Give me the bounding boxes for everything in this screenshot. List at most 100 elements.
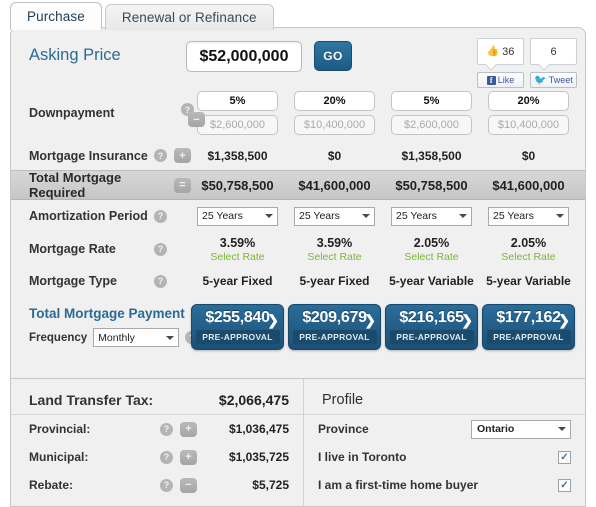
help-icon[interactable]: ? bbox=[154, 242, 167, 256]
mortgage-insurance-label: Mortgage Insurance bbox=[29, 148, 148, 163]
chevron-down-icon bbox=[265, 214, 273, 218]
help-icon[interactable]: ? bbox=[160, 478, 173, 492]
profile-header: Profile bbox=[304, 385, 585, 415]
go-button[interactable]: GO bbox=[314, 41, 352, 71]
chevron-down-icon bbox=[556, 214, 564, 218]
downpayment-row: Downpayment ? − bbox=[11, 85, 585, 141]
downpayment-operator: − bbox=[181, 112, 205, 127]
facebook-count: 36 bbox=[502, 45, 515, 58]
land-transfer-tax-total: $2,066,475 bbox=[218, 391, 289, 408]
calculator-panel: Asking Price GO 👍 36 f Like 6 bbox=[10, 27, 586, 379]
chevron-right-icon: ❯ bbox=[558, 312, 570, 328]
rebate-row: Rebate: ? − $5,725 bbox=[11, 471, 303, 499]
land-transfer-tax-section: Land Transfer Tax: $2,066,475 Provincial… bbox=[11, 379, 304, 506]
downpayment-amount-input-2[interactable] bbox=[294, 115, 375, 135]
tab-purchase-label: Purchase bbox=[27, 9, 85, 24]
select-rate-link-2[interactable]: Select Rate bbox=[307, 251, 361, 263]
payment-amount-3: $216,165 bbox=[399, 309, 464, 326]
mortgage-type-values: 5-year Fixed 5-year Fixed 5-year Variabl… bbox=[191, 274, 585, 288]
rebate-value: $5,725 bbox=[252, 478, 289, 492]
frequency-value: Monthly bbox=[98, 331, 135, 344]
total-payment-row: Total Mortgage Payment Frequency Monthly… bbox=[11, 296, 585, 358]
province-select[interactable]: Ontario bbox=[471, 419, 571, 439]
chevron-right-icon: ❯ bbox=[267, 312, 279, 328]
amortization-col-2: 25 Years bbox=[288, 206, 381, 226]
live-in-toronto-label: I live in Toronto bbox=[318, 450, 407, 464]
chevron-down-icon bbox=[362, 214, 370, 218]
downpayment-percent-input-1[interactable] bbox=[197, 91, 278, 111]
payment-button-2[interactable]: $209,679 ❯ PRE-APPROVAL bbox=[288, 304, 381, 350]
amortization-selects: 25 Years 25 Years 25 Years 25 Years bbox=[191, 206, 585, 226]
help-icon[interactable]: ? bbox=[154, 209, 167, 223]
mortgage-rate-col-2: 3.59% Select Rate bbox=[288, 236, 381, 263]
downpayment-col-3 bbox=[385, 91, 478, 135]
facebook-icon: f bbox=[486, 75, 496, 85]
amortization-select-4[interactable]: 25 Years bbox=[488, 206, 569, 226]
mortgage-rate-values: 3.59% Select Rate 3.59% Select Rate 2.05… bbox=[191, 236, 585, 263]
help-icon[interactable]: ? bbox=[154, 149, 167, 162]
downpayment-amount-input-1[interactable] bbox=[197, 115, 278, 135]
payment-button-3[interactable]: $216,165 ❯ PRE-APPROVAL bbox=[385, 304, 478, 350]
plus-icon: + bbox=[174, 148, 191, 163]
payment-buttons: $255,840 ❯ PRE-APPROVAL $209,679 ❯ PRE-A… bbox=[191, 304, 575, 350]
provincial-row: Provincial: ? + $1,036,475 bbox=[11, 415, 303, 443]
facebook-like-label: Like bbox=[497, 75, 515, 85]
downpayment-label: Downpayment bbox=[29, 106, 115, 120]
tab-renewal-or-refinance[interactable]: Renewal or Refinance bbox=[104, 4, 274, 30]
mortgage-rate-3: 2.05% bbox=[413, 235, 450, 250]
profile-title: Profile bbox=[322, 391, 364, 408]
amortization-select-3[interactable]: 25 Years bbox=[391, 206, 472, 226]
provincial-value: $1,036,475 bbox=[228, 422, 289, 436]
twitter-count-bubble: 6 bbox=[530, 38, 577, 65]
amortization-select-2[interactable]: 25 Years bbox=[294, 206, 375, 226]
help-icon[interactable]: ? bbox=[160, 450, 173, 464]
mortgage-type-2: 5-year Fixed bbox=[299, 274, 370, 288]
frequency-select[interactable]: Monthly bbox=[93, 328, 180, 347]
select-rate-link-4[interactable]: Select Rate bbox=[501, 251, 555, 263]
pre-approval-label-3: PRE-APPROVAL bbox=[389, 330, 474, 344]
amortization-value-4: 25 Years bbox=[493, 210, 534, 222]
payment-button-4[interactable]: $177,162 ❯ PRE-APPROVAL bbox=[482, 304, 575, 350]
downpayment-percent-input-3[interactable] bbox=[391, 91, 472, 111]
live-in-toronto-checkbox[interactable]: ✓ bbox=[558, 450, 571, 464]
thumbs-up-icon: 👍 bbox=[486, 46, 500, 57]
chevron-down-icon bbox=[558, 427, 566, 431]
bottom-panel: Land Transfer Tax: $2,066,475 Provincial… bbox=[10, 379, 586, 507]
select-rate-link-3[interactable]: Select Rate bbox=[404, 251, 458, 263]
mortgage-insurance-1: $1,358,500 bbox=[207, 148, 268, 163]
first-time-buyer-checkbox[interactable]: ✓ bbox=[558, 478, 571, 492]
total-mortgage-row: Total Mortgage Required = $50,758,500 $4… bbox=[11, 170, 585, 200]
frequency-label: Frequency bbox=[29, 331, 88, 344]
mortgage-rate-1: 3.59% bbox=[219, 235, 256, 250]
help-icon[interactable]: ? bbox=[160, 422, 173, 436]
first-time-buyer-label: I am a first-time home buyer bbox=[318, 478, 479, 492]
mortgage-rate-label: Mortgage Rate bbox=[29, 242, 116, 256]
mortgage-rate-col-3: 2.05% Select Rate bbox=[385, 236, 478, 263]
land-transfer-tax-title: Land Transfer Tax: bbox=[29, 391, 154, 408]
asking-price-input[interactable] bbox=[186, 41, 302, 72]
rebate-label: Rebate: bbox=[29, 478, 74, 492]
select-rate-link-1[interactable]: Select Rate bbox=[210, 251, 264, 263]
municipal-label: Municipal: bbox=[29, 450, 89, 464]
plus-icon: + bbox=[180, 449, 197, 465]
twitter-tweet-label: Tweet bbox=[548, 75, 573, 85]
payment-button-1[interactable]: $255,840 ❯ PRE-APPROVAL bbox=[191, 304, 284, 350]
first-time-buyer-row: I am a first-time home buyer ✓ bbox=[304, 471, 585, 499]
downpayment-amount-input-3[interactable] bbox=[391, 115, 472, 135]
downpayment-amount-input-4[interactable] bbox=[488, 115, 569, 135]
downpayment-percent-input-2[interactable] bbox=[294, 91, 375, 111]
tab-purchase[interactable]: Purchase bbox=[10, 2, 102, 30]
twitter-count: 6 bbox=[550, 45, 557, 58]
chevron-right-icon: ❯ bbox=[364, 312, 376, 328]
social-share-group: 👍 36 f Like 6 🐦 Tweet bbox=[477, 38, 577, 90]
amortization-col-3: 25 Years bbox=[385, 206, 478, 226]
minus-icon: − bbox=[180, 477, 197, 493]
minus-icon: − bbox=[188, 112, 205, 127]
amortization-select-1[interactable]: 25 Years bbox=[197, 206, 278, 226]
help-icon[interactable]: ? bbox=[154, 274, 167, 288]
total-mortgage-2: $41,600,000 bbox=[298, 177, 371, 193]
mortgage-type-row: Mortgage Type ? . 5-year Fixed 5-year Fi… bbox=[11, 266, 585, 296]
downpayment-percent-input-4[interactable] bbox=[488, 91, 569, 111]
payment-amount-1: $255,840 bbox=[205, 309, 270, 326]
spacer: . bbox=[174, 274, 191, 289]
